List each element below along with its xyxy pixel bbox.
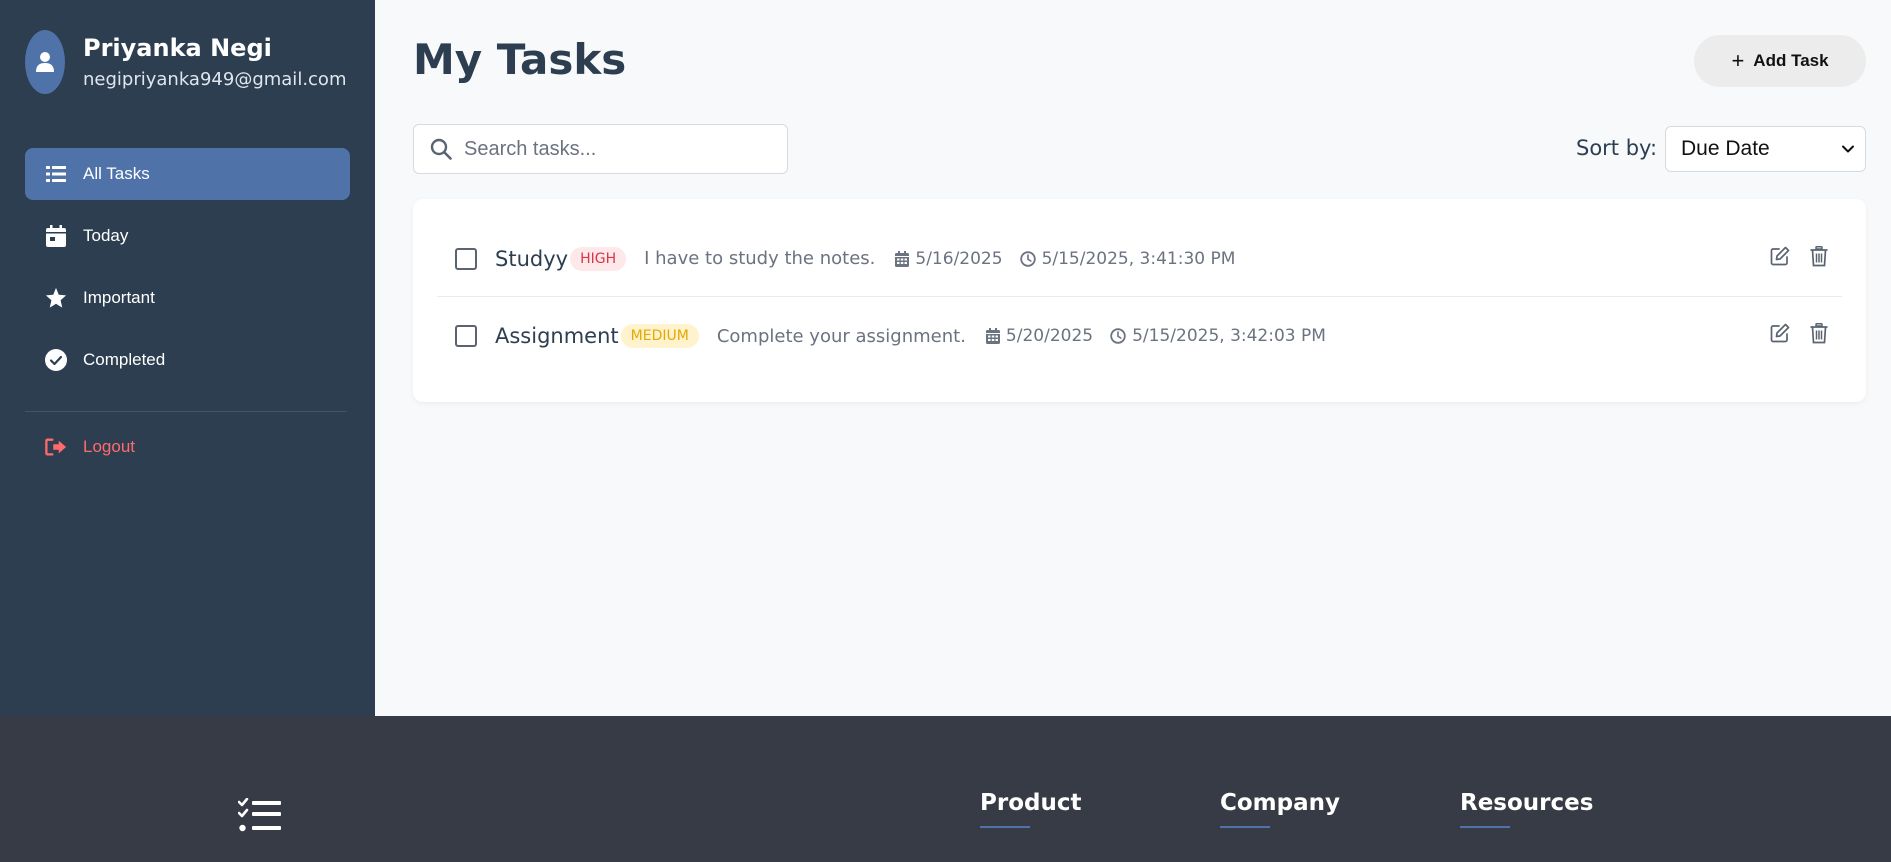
footer-column-resources: Resources xyxy=(1460,790,1593,828)
created-time-value: 5/15/2025, 3:41:30 PM xyxy=(1041,248,1236,269)
page-title: My Tasks xyxy=(413,35,627,84)
trash-icon[interactable] xyxy=(1806,320,1832,346)
due-date: 5/20/2025 xyxy=(985,326,1094,346)
task-title[interactable]: Studyy xyxy=(495,247,568,271)
task-actions xyxy=(1754,243,1832,269)
created-time-value: 5/15/2025, 3:42:03 PM xyxy=(1132,326,1326,346)
footer-heading: Product xyxy=(980,790,1082,816)
priority-badge: HIGH xyxy=(570,246,627,271)
star-icon xyxy=(45,287,67,309)
sidebar-item-label: Today xyxy=(83,226,129,245)
edit-icon[interactable] xyxy=(1767,320,1793,346)
user-profile: Priyanka Negi negipriyanka949@gmail.com xyxy=(25,30,346,94)
profile-text: Priyanka Negi negipriyanka949@gmail.com xyxy=(83,30,346,92)
trash-icon[interactable] xyxy=(1806,243,1832,269)
sidebar-item-label: Completed xyxy=(83,350,166,369)
logout-button[interactable]: Logout xyxy=(25,421,350,473)
task-list: Studyy HIGH I have to study the notes. 5… xyxy=(413,199,1866,402)
task-description: Complete your assignment. xyxy=(716,325,966,347)
task-item: Studyy HIGH I have to study the notes. 5… xyxy=(437,221,1842,297)
sidebar-item-important[interactable]: Important xyxy=(25,272,350,324)
logout-icon xyxy=(45,436,67,458)
sidebar-item-today[interactable]: Today xyxy=(25,210,350,262)
edit-icon[interactable] xyxy=(1767,243,1793,269)
footer xyxy=(0,716,1891,862)
app: Priyanka Negi negipriyanka949@gmail.com … xyxy=(0,0,1891,862)
task-title[interactable]: Assignment xyxy=(495,324,619,348)
check-circle-icon xyxy=(45,349,67,371)
add-task-label: Add Task xyxy=(1753,51,1829,70)
sidebar-nav: All Tasks Today Important Completed xyxy=(25,148,350,396)
clock-icon xyxy=(1110,328,1126,344)
avatar xyxy=(25,30,65,94)
clock-icon xyxy=(1019,250,1036,267)
list-icon xyxy=(45,163,67,185)
search-box xyxy=(413,124,788,174)
sort-value: Due Date xyxy=(1681,137,1770,160)
priority-badge: MEDIUM xyxy=(620,324,699,348)
search-input[interactable] xyxy=(464,137,764,161)
task-checkbox[interactable] xyxy=(455,247,477,270)
footer-heading-underline xyxy=(980,826,1030,828)
calendar-icon xyxy=(985,328,1000,344)
task-item: Assignment MEDIUM Complete your assignme… xyxy=(437,298,1842,374)
add-task-button[interactable]: + Add Task xyxy=(1694,35,1866,87)
footer-heading: Resources xyxy=(1460,790,1594,816)
task-description: I have to study the notes. xyxy=(644,248,876,269)
footer-heading: Company xyxy=(1220,790,1340,816)
due-date: 5/16/2025 xyxy=(895,248,1003,269)
sidebar-item-label: All Tasks xyxy=(83,164,150,183)
footer-column-company: Company xyxy=(1220,790,1340,828)
sidebar-divider xyxy=(25,411,347,412)
profile-email: negipriyanka949@gmail.com xyxy=(83,69,347,90)
due-date-value: 5/20/2025 xyxy=(1005,326,1094,346)
logout-label: Logout xyxy=(83,437,135,456)
task-checkbox[interactable] xyxy=(455,325,477,347)
sort-select[interactable]: Due Date xyxy=(1665,126,1866,172)
plus-icon: + xyxy=(1731,48,1745,73)
task-actions xyxy=(1754,320,1832,346)
calendar-icon xyxy=(895,250,910,267)
sidebar-item-completed[interactable]: Completed xyxy=(25,334,350,386)
due-date-value: 5/16/2025 xyxy=(915,248,1003,269)
main-content: My Tasks + Add Task Sort by: Due Date St… xyxy=(375,0,1891,716)
sidebar-item-all-tasks[interactable]: All Tasks xyxy=(25,148,350,200)
created-time: 5/15/2025, 3:42:03 PM xyxy=(1110,326,1326,346)
created-time: 5/15/2025, 3:41:30 PM xyxy=(1019,248,1236,269)
footer-column-product: Product xyxy=(980,790,1081,828)
chevron-down-icon xyxy=(1842,145,1854,153)
footer-heading-underline xyxy=(1460,826,1510,828)
footer-heading-underline xyxy=(1220,826,1270,828)
user-icon xyxy=(36,52,54,72)
sort-label: Sort by: xyxy=(1576,136,1658,160)
calendar-icon xyxy=(45,225,67,247)
tasks-logo-icon xyxy=(237,797,282,838)
sidebar-item-label: Important xyxy=(83,288,155,307)
profile-name: Priyanka Negi xyxy=(83,34,272,62)
search-icon xyxy=(430,138,452,160)
sidebar: Priyanka Negi negipriyanka949@gmail.com … xyxy=(0,0,375,716)
